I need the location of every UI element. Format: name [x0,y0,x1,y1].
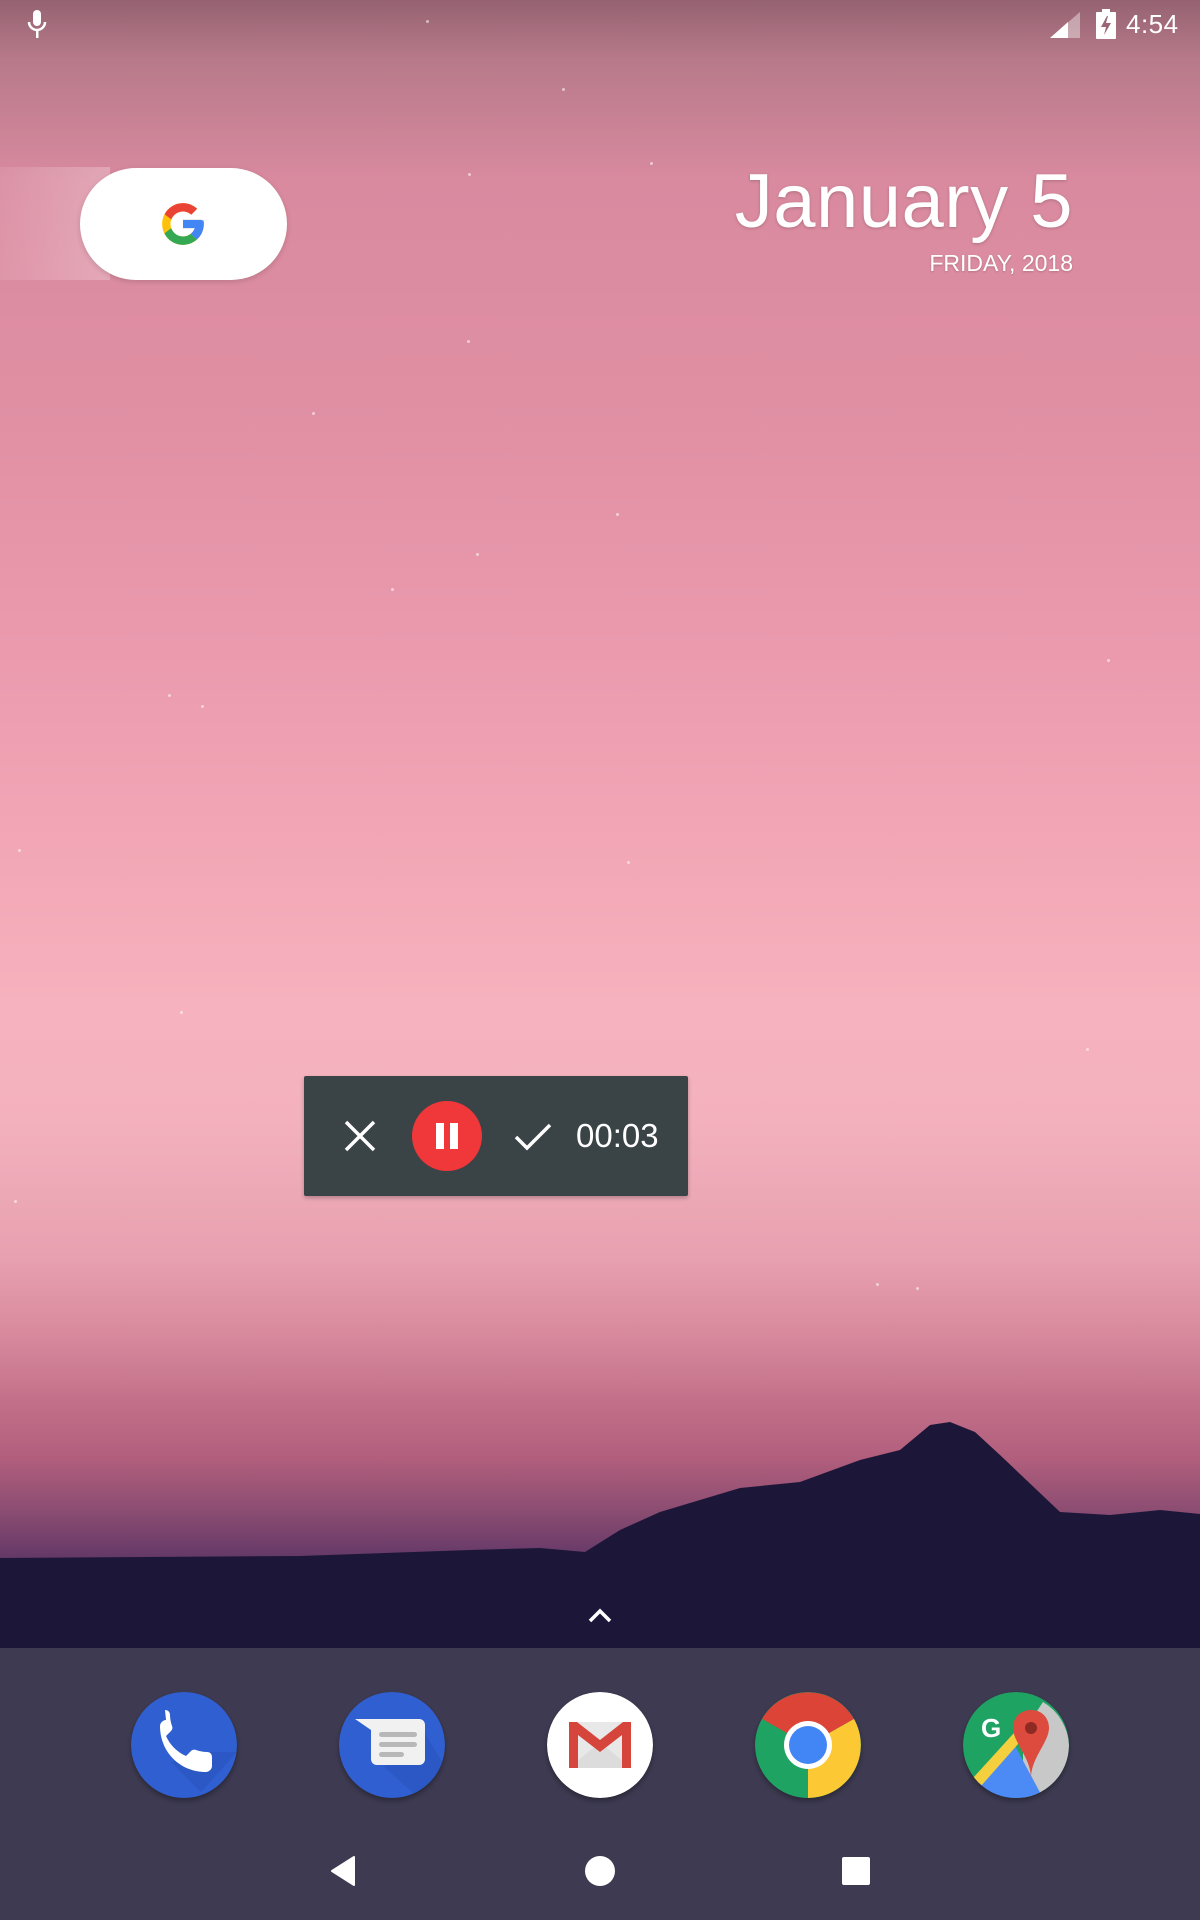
dock-app-phone[interactable] [131,1692,237,1798]
star [467,340,470,343]
screen-recorder-panel: 00:03 [304,1076,688,1196]
status-bar: 4:54 [0,0,1200,50]
pause-icon [436,1123,444,1149]
home-icon[interactable] [575,1846,625,1896]
google-search-widget[interactable] [80,168,287,280]
svg-text:G: G [981,1713,1001,1743]
close-icon[interactable] [340,1116,380,1156]
recents-icon[interactable] [831,1846,881,1896]
star [1086,1048,1089,1051]
star [180,1011,183,1014]
messages-icon [339,1692,445,1798]
star [201,705,204,708]
phone-icon [131,1692,237,1798]
date-widget-weekday-year[interactable]: FRIDAY, 2018 [929,250,1073,277]
star [468,173,471,176]
dock-app-chrome[interactable] [755,1692,861,1798]
chrome-icon [755,1692,861,1798]
star [627,861,630,864]
battery-charging-icon [1096,9,1116,39]
back-icon[interactable] [318,1846,368,1896]
pause-recording-button[interactable] [412,1101,482,1171]
dock-app-maps[interactable]: G [963,1692,1069,1798]
dock-app-messages[interactable] [339,1692,445,1798]
dock-app-gmail[interactable] [547,1692,653,1798]
star [1107,659,1110,662]
gmail-icon [547,1692,653,1798]
star [476,553,479,556]
star [650,162,653,165]
mic-icon [27,10,47,38]
star [14,1200,17,1203]
star [562,88,565,91]
recording-elapsed-time: 00:03 [576,1117,659,1154]
cellular-signal-icon [1050,12,1080,38]
star [18,849,21,852]
chevron-up-icon[interactable] [586,1604,614,1626]
pause-icon [450,1123,458,1149]
star [916,1287,919,1290]
star [391,588,394,591]
maps-icon: G [963,1692,1069,1798]
star [616,513,619,516]
date-widget-date[interactable]: January 5 [735,158,1073,245]
star [876,1283,879,1286]
star [168,694,171,697]
star [312,412,315,415]
clock-time: 4:54 [1126,9,1179,39]
check-icon[interactable] [512,1116,554,1156]
google-g-logo-icon [162,203,204,245]
